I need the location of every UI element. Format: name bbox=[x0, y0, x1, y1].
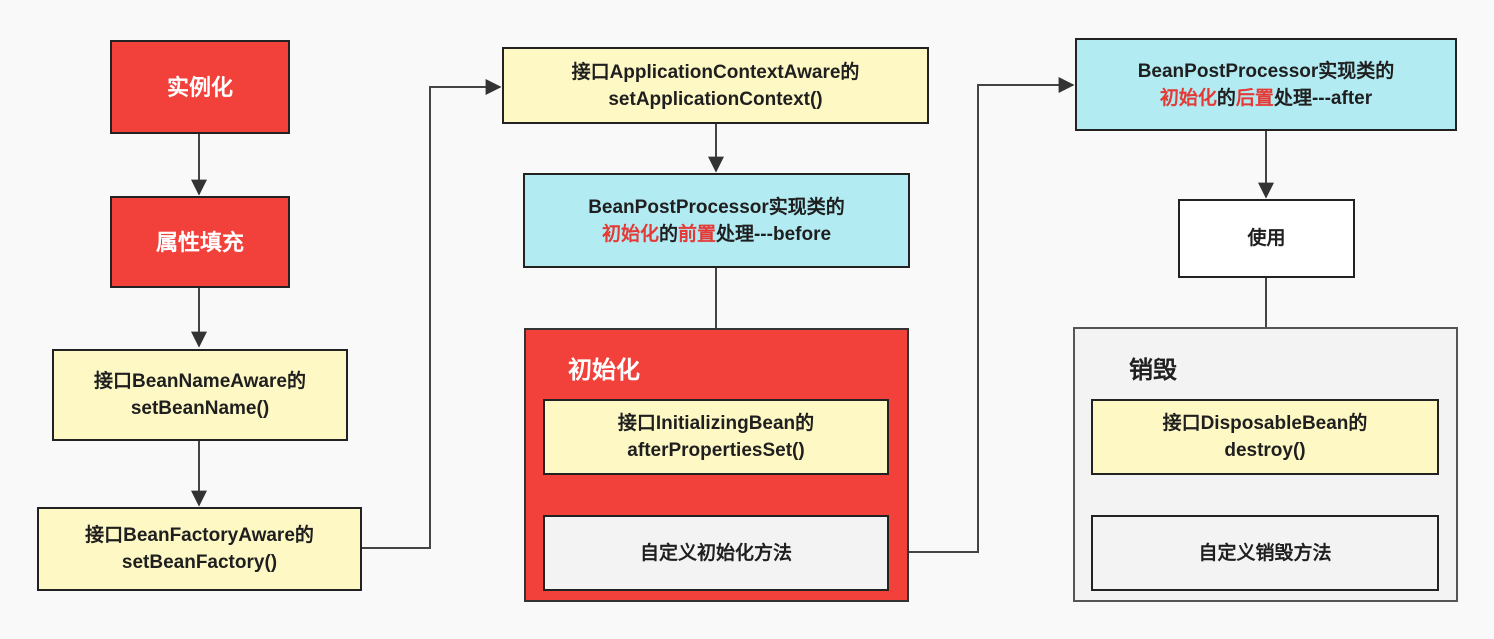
before-init-word: 初始化 bbox=[601, 223, 659, 245]
custom-init-method-node: 自定义初始化方法 bbox=[543, 515, 889, 591]
after-line1: BeanPostProcessor实现类的 bbox=[1137, 60, 1395, 82]
before-de: 的 bbox=[658, 223, 678, 245]
bean-lifecycle-diagram: 实例化 属性填充 接口BeanNameAware的 setBeanName() … bbox=[0, 0, 1494, 639]
custom-destroy-label: 自定义销毁方法 bbox=[1198, 542, 1332, 564]
bean-name-aware-node: 接口BeanNameAware的 setBeanName() bbox=[52, 349, 348, 441]
disposable-bean-line1: 接口DisposableBean的 bbox=[1162, 413, 1368, 434]
instantiate-node: 实例化 bbox=[110, 40, 290, 134]
instantiate-label: 实例化 bbox=[166, 74, 233, 100]
before-suffix: 处理---before bbox=[715, 223, 832, 245]
before-line2: 初始化的前置处理---before bbox=[602, 221, 831, 248]
before-stage-word: 前置 bbox=[677, 223, 716, 245]
bean-factory-aware-line2: setBeanFactory() bbox=[121, 552, 278, 573]
after-suffix: 处理---after bbox=[1273, 87, 1373, 109]
post-processor-after-node: BeanPostProcessor实现类的 初始化的后置处理---after bbox=[1075, 38, 1457, 131]
post-processor-before-node: BeanPostProcessor实现类的 初始化的前置处理---before bbox=[523, 173, 910, 268]
custom-init-label: 自定义初始化方法 bbox=[639, 542, 792, 564]
arrow-beanfactoryaware-to-appcontextaware bbox=[362, 79, 502, 549]
populate-properties-node: 属性填充 bbox=[110, 196, 290, 288]
after-line2: 初始化的后置处理---after bbox=[1160, 85, 1372, 112]
bean-factory-aware-line1: 接口BeanFactoryAware的 bbox=[85, 525, 314, 546]
after-stage-word: 后置 bbox=[1235, 87, 1274, 109]
before-line1: BeanPostProcessor实现类的 bbox=[588, 196, 845, 218]
use-label: 使用 bbox=[1247, 228, 1286, 249]
initializing-bean-line1: 接口InitializingBean的 bbox=[617, 413, 815, 434]
app-context-aware-line2: setApplicationContext() bbox=[608, 88, 823, 110]
disposable-bean-line2: destroy() bbox=[1224, 440, 1306, 461]
custom-destroy-method-node: 自定义销毁方法 bbox=[1091, 515, 1439, 591]
initialization-group-title: 初始化 bbox=[568, 357, 640, 384]
app-context-aware-node: 接口ApplicationContextAware的 setApplicatio… bbox=[502, 47, 929, 124]
disposable-bean-node: 接口DisposableBean的 destroy() bbox=[1091, 399, 1439, 475]
bean-name-aware-line1: 接口BeanNameAware的 bbox=[94, 371, 306, 392]
use-node: 使用 bbox=[1178, 199, 1355, 278]
bean-factory-aware-node: 接口BeanFactoryAware的 setBeanFactory() bbox=[37, 507, 362, 591]
populate-label: 属性填充 bbox=[155, 229, 244, 255]
initializing-bean-node: 接口InitializingBean的 afterPropertiesSet() bbox=[543, 399, 889, 475]
bean-name-aware-line2: setBeanName() bbox=[130, 398, 270, 419]
destruction-group-title: 销毁 bbox=[1129, 357, 1177, 384]
arrow-custominit-to-after bbox=[888, 77, 1075, 553]
app-context-aware-line1: 接口ApplicationContextAware的 bbox=[571, 61, 860, 83]
initializing-bean-line2: afterPropertiesSet() bbox=[627, 440, 805, 461]
after-de: 的 bbox=[1216, 87, 1236, 109]
after-init-word: 初始化 bbox=[1159, 87, 1217, 109]
